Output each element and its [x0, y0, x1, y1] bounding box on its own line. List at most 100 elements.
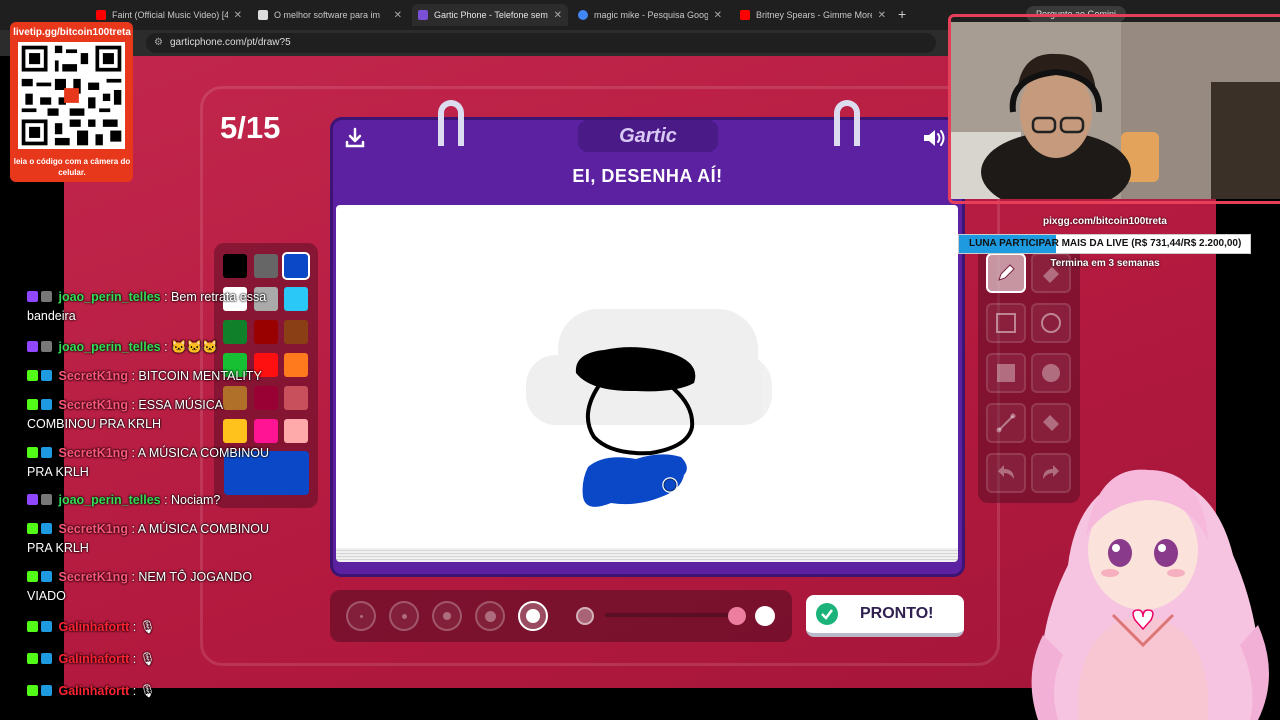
tab-title: magic mike - Pesquisa Google	[594, 10, 708, 20]
gartic-icon	[418, 10, 428, 20]
site-info-icon[interactable]: ⚙	[154, 33, 163, 53]
badge-icon	[41, 494, 52, 505]
emote-icon: 🎙	[139, 620, 156, 634]
youtube-icon	[740, 10, 750, 20]
kick-badge-icon	[27, 621, 38, 632]
chat-message: joao_perin_telles : Nociam?	[27, 491, 220, 510]
badge-icon	[41, 653, 52, 664]
rectangle-outline-icon	[996, 313, 1016, 333]
url-text: garticphone.com/pt/draw?5	[170, 37, 291, 48]
done-button-label: PRONTO!	[860, 605, 934, 622]
rectangle-filled-icon	[997, 364, 1015, 382]
color-swatch[interactable]	[284, 287, 308, 311]
color-swatch[interactable]	[284, 353, 308, 377]
chat-message: SecretK1ng : A MÚSICA COMBINOU PRA KRLH	[27, 522, 269, 555]
youtube-icon	[96, 10, 106, 20]
color-swatch[interactable]	[284, 419, 308, 443]
close-tab-icon[interactable]: ✕	[234, 10, 242, 21]
chat-message: joao_perin_telles : Bem retrata essa ban…	[27, 290, 267, 323]
chat-message: SecretK1ng : ESSA MÚSICA COMBINOU PRA KR…	[27, 398, 223, 431]
rectangle-tool[interactable]	[986, 303, 1026, 343]
color-swatch[interactable]	[223, 254, 247, 278]
color-swatch[interactable]	[254, 419, 278, 443]
google-icon	[578, 10, 588, 20]
round-counter: 5/15	[220, 110, 281, 145]
chat-message: joao_perin_telles : 🐱🐱🐱	[27, 338, 218, 357]
line-icon	[996, 413, 1016, 433]
filled-ellipse-tool[interactable]	[1031, 353, 1071, 393]
drawing	[526, 309, 772, 507]
goal-url: pixgg.com/bitcoin100treta	[1043, 216, 1167, 227]
brush-size-1[interactable]	[346, 601, 376, 631]
close-tab-icon[interactable]: ✕	[714, 10, 722, 21]
badge-icon	[41, 685, 52, 696]
badge-icon	[41, 447, 52, 458]
brush-size-5[interactable]	[518, 601, 548, 631]
chat-message: Galinhafortt : 🎙	[27, 618, 156, 637]
emote-icon: 🎙	[139, 652, 156, 666]
color-swatch[interactable]	[282, 252, 310, 280]
goal-text: LUNA PARTICIPAR MAIS DA LIVE (R$ 731,44/…	[969, 238, 1242, 249]
brush-size-3[interactable]	[432, 601, 462, 631]
check-icon	[816, 603, 838, 625]
close-tab-icon[interactable]: ✕	[394, 10, 402, 21]
kick-badge-icon	[27, 571, 38, 582]
opacity-max-indicator	[755, 606, 775, 626]
tab-title: Britney Spears - Gimme More (	[756, 10, 872, 20]
browser-tab[interactable]: O melhor software para im ✕	[252, 4, 408, 26]
chat-message: SecretK1ng : BITCOIN MENTALITY	[27, 367, 262, 386]
close-tab-icon[interactable]: ✕	[554, 10, 562, 21]
ellipse-tool[interactable]	[1031, 303, 1071, 343]
badge-icon	[41, 523, 52, 534]
address-bar[interactable]: ⚙ garticphone.com/pt/draw?5	[146, 33, 936, 53]
chat-message: Galinhafortt : 🎙	[27, 650, 156, 669]
donation-goal-bar: LUNA PARTICIPAR MAIS DA LIVE (R$ 731,44/…	[958, 234, 1251, 254]
browser-tab[interactable]: magic mike - Pesquisa Google ✕	[572, 4, 728, 26]
color-swatch[interactable]	[254, 386, 278, 410]
tab-title: Gartic Phone - Telefone sem	[434, 10, 548, 20]
fill-tool[interactable]	[1031, 403, 1071, 443]
kick-badge-icon	[27, 370, 38, 381]
brush-size-2[interactable]	[389, 601, 419, 631]
badge-icon	[41, 621, 52, 632]
kick-badge-icon	[27, 447, 38, 458]
color-swatch[interactable]	[284, 386, 308, 410]
browser-tab[interactable]: Britney Spears - Gimme More ( ✕	[734, 4, 892, 26]
done-button[interactable]: PRONTO!	[806, 595, 964, 637]
webcam-border	[948, 14, 1280, 204]
badge-icon	[41, 399, 52, 410]
color-swatch[interactable]	[254, 254, 278, 278]
drawing-canvas[interactable]	[336, 205, 958, 557]
draw-prompt: EI, DESENHA AÍ!	[572, 166, 723, 186]
ellipse-outline-icon	[1041, 313, 1061, 333]
kick-badge-icon	[27, 523, 38, 534]
cat-emote-icon: 🐱🐱🐱	[171, 340, 218, 354]
notebook-ring	[834, 100, 860, 146]
twitch-badge-icon	[27, 494, 38, 505]
qr-note: leia o código com a câmera do celular.	[13, 157, 131, 177]
volume-icon[interactable]	[922, 127, 948, 149]
vtuber-avatar-image	[1031, 469, 1269, 720]
emote-icon: 🎙	[139, 684, 156, 698]
chat-message: Galinhafortt : 🎙	[27, 682, 156, 701]
tab-title: Faint (Official Music Video) [4K	[112, 10, 228, 20]
notebook-pages-edge	[336, 548, 958, 562]
kick-badge-icon	[27, 399, 38, 410]
ellipse-filled-icon	[1042, 364, 1060, 382]
close-tab-icon[interactable]: ✕	[878, 10, 886, 21]
notebook-ring	[438, 100, 464, 146]
filled-rectangle-tool[interactable]	[986, 353, 1026, 393]
fill-bucket-icon	[1043, 415, 1059, 431]
browser-tab-active[interactable]: Gartic Phone - Telefone sem ✕	[412, 4, 568, 26]
opacity-slider[interactable]	[605, 613, 745, 617]
line-tool[interactable]	[986, 403, 1026, 443]
color-swatch[interactable]	[284, 320, 308, 344]
chat-message: SecretK1ng : NEM TÔ JOGANDO VIADO	[27, 570, 253, 603]
new-tab-icon[interactable]: +	[898, 6, 906, 22]
goal-deadline: Termina em 3 semanas	[1050, 258, 1160, 269]
opacity-slider-handle[interactable]	[728, 607, 746, 625]
twitch-badge-icon	[27, 291, 38, 302]
screen: { "browser": { "tabs": [ {"title": "Fain…	[0, 0, 1280, 720]
download-icon[interactable]	[344, 127, 366, 149]
brush-size-4[interactable]	[475, 601, 505, 631]
